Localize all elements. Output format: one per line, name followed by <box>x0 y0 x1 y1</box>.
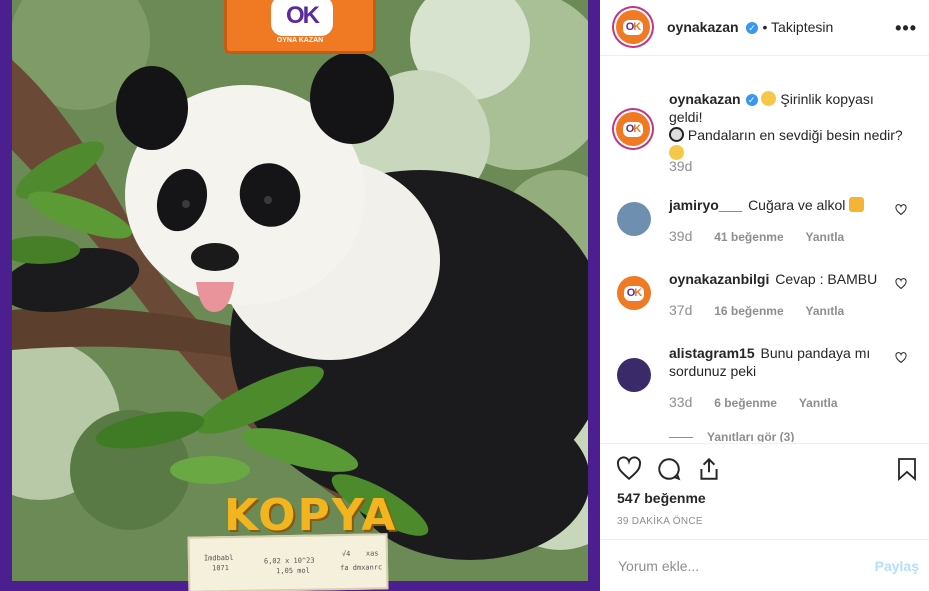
comment-time[interactable]: 39d <box>669 228 692 244</box>
post-timestamp[interactable]: 39 DAKİKA ÖNCE <box>617 516 703 527</box>
avatar[interactable]: OK <box>616 112 650 146</box>
replies-divider <box>669 437 693 439</box>
share-icon[interactable] <box>696 456 722 482</box>
caption-text: oynakazan ✓ Şirinlik kopyası geldi! Panda… <box>669 90 905 162</box>
avatar[interactable]: OK <box>617 276 651 310</box>
comment-bubble-icon[interactable] <box>656 456 682 482</box>
doodle-text: 6,02 x 10^23 <box>263 556 315 566</box>
comment-text: alistagram15 Bunu pandaya mı sordunuz pe… <box>669 344 905 380</box>
post-header: OK oynakazan ✓ • Takiptesin ••• <box>600 0 929 56</box>
verified-badge-icon: ✓ <box>745 94 758 107</box>
panda-emoji-icon <box>669 127 684 142</box>
comment-time[interactable]: 33d <box>669 394 692 410</box>
header-username[interactable]: oynakazan <box>667 19 739 35</box>
doodle-text: 1,05 mol <box>276 566 310 576</box>
comments-list[interactable]: OK oynakazan ✓ Şirinlik kopyası geldi! Pa… <box>600 56 929 442</box>
comment-meta: 39d 41 beğenme Yanıtla <box>669 228 844 244</box>
reply-button[interactable]: Yanıtla <box>806 304 845 318</box>
view-replies-label: Yanıtları gör (3) <box>707 430 795 442</box>
post-actions: 547 beğenme 39 DAKİKA ÖNCE <box>600 443 929 543</box>
caption-line-2: Pandaların en sevdiği besin nedir? <box>687 127 903 143</box>
avatar-logo: OK <box>623 285 645 301</box>
kopya-word: KOPYA <box>224 490 398 541</box>
comment-text: oynakazanbilgi Cevap : BAMBU <box>669 270 905 288</box>
comment-likes[interactable]: 16 beğenme <box>714 304 783 318</box>
like-comment-icon[interactable] <box>895 204 907 216</box>
add-comment-bar: Paylaş <box>600 539 929 591</box>
oyna-kazan-logo: OK OYNA KAZAN <box>224 0 376 54</box>
comment-text: jamiryo___ Cuğara ve alkol <box>669 196 905 214</box>
avatar-logo: OK <box>622 121 644 137</box>
comment-username[interactable]: alistagram15 <box>669 345 755 361</box>
avatar-logo: OK <box>622 19 644 35</box>
avatar[interactable]: OK <box>616 10 650 44</box>
comment-meta: 33d 6 beğenme Yanıtla <box>669 394 838 410</box>
follow-status[interactable]: • Takiptesin <box>763 19 834 35</box>
avatar[interactable] <box>617 202 651 236</box>
verified-badge-icon: ✓ <box>746 21 759 34</box>
caption-time[interactable]: 39d <box>669 158 692 174</box>
comment-time[interactable]: 37d <box>669 302 692 318</box>
doodle-text: xas <box>365 549 379 558</box>
doodle-text: √4 <box>341 549 351 559</box>
beer-emoji-icon <box>849 197 865 212</box>
comment-input[interactable] <box>616 554 850 578</box>
reply-button[interactable]: Yanıtla <box>799 396 838 410</box>
notebook-paper: İmdbabl 1071 6,02 x 10^23 1,05 mol √4 xa… <box>187 533 389 591</box>
doodle-text: İmdbabl <box>203 553 234 563</box>
reply-button[interactable]: Yanıtla <box>806 230 845 244</box>
comment-likes[interactable]: 41 beğenme <box>714 230 783 244</box>
doodle-text: 1071 <box>212 564 230 573</box>
like-heart-icon[interactable] <box>616 456 642 482</box>
post-side-panel: OK oynakazan ✓ • Takiptesin ••• OK oynak… <box>600 0 929 591</box>
comment-username[interactable]: jamiryo___ <box>669 197 742 213</box>
more-options-icon[interactable]: ••• <box>895 18 917 39</box>
doodle-text: fa dmxanrc <box>340 563 383 573</box>
likes-count[interactable]: 547 beğenme <box>617 490 706 506</box>
comment-meta: 37d 16 beğenme Yanıtla <box>669 302 844 318</box>
caption-username[interactable]: oynakazan <box>669 91 741 107</box>
view-replies-link[interactable]: Yanıtları gör (3) <box>669 430 794 442</box>
comment-body: Cevap : BAMBU <box>775 271 878 287</box>
avatar[interactable] <box>617 358 651 392</box>
like-comment-icon[interactable] <box>895 278 907 290</box>
smiling-emoji-icon <box>761 91 777 106</box>
comment-username[interactable]: oynakazanbilgi <box>669 271 769 287</box>
bookmark-icon[interactable] <box>895 456 919 482</box>
comment-body: Cuğara ve alkol <box>748 197 846 213</box>
post-comment-button[interactable]: Paylaş <box>875 558 919 574</box>
kopya-banner: İmdbabl 1071 6,02 x 10^23 1,05 mol √4 xa… <box>187 490 395 591</box>
like-comment-icon[interactable] <box>895 352 907 364</box>
logo-text: OK <box>286 2 320 29</box>
ok-logo-mark: OK <box>271 0 333 36</box>
logo-subtext: OYNA KAZAN <box>276 37 324 44</box>
comment-likes[interactable]: 6 beğenme <box>714 396 777 410</box>
post-image[interactable]: OK OYNA KAZAN İmdbabl 1071 6,02 x 10^23 … <box>0 0 600 591</box>
